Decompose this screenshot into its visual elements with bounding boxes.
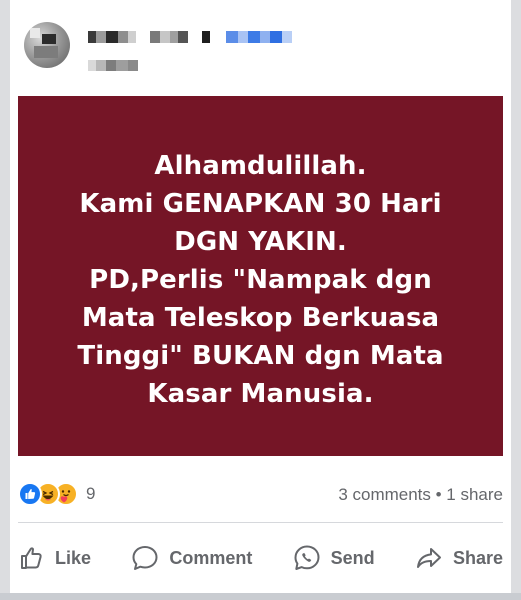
post-action-bar: Like Comment Send Share: [18, 536, 503, 580]
post-image-text: Alhamdulillah. Kami GENAPKAN 30 Hari DGN…: [77, 151, 444, 409]
right-gutter: [511, 0, 521, 600]
share-label: Share: [452, 547, 503, 568]
send-label: Send: [330, 547, 375, 568]
thumbs-up-icon: [21, 547, 42, 569]
reaction-summary[interactable]: 9: [18, 482, 95, 506]
like-icon: [18, 482, 42, 506]
comment-bubble-icon: [132, 546, 158, 570]
author-name-blurred[interactable]: [88, 31, 292, 43]
messenger-send-icon: [294, 545, 320, 570]
like-label: Like: [55, 547, 92, 568]
comment-label: Comment: [169, 547, 253, 568]
post-image[interactable]: Alhamdulillah. Kami GENAPKAN 30 Hari DGN…: [18, 96, 503, 456]
post-timestamp-blurred[interactable]: [88, 60, 138, 72]
left-gutter: [0, 0, 10, 600]
share-button[interactable]: Share: [414, 543, 503, 573]
like-button[interactable]: Like: [18, 544, 91, 572]
reaction-count: 9: [86, 484, 96, 503]
author-avatar[interactable]: [24, 22, 70, 68]
comments-shares-count[interactable]: 3 comments • 1 share: [338, 485, 503, 505]
comment-button[interactable]: Comment: [130, 543, 252, 573]
stats-divider: [18, 522, 503, 523]
share-arrow-icon: [416, 548, 441, 568]
bottom-gutter: [0, 593, 521, 600]
send-button[interactable]: Send: [292, 543, 375, 573]
